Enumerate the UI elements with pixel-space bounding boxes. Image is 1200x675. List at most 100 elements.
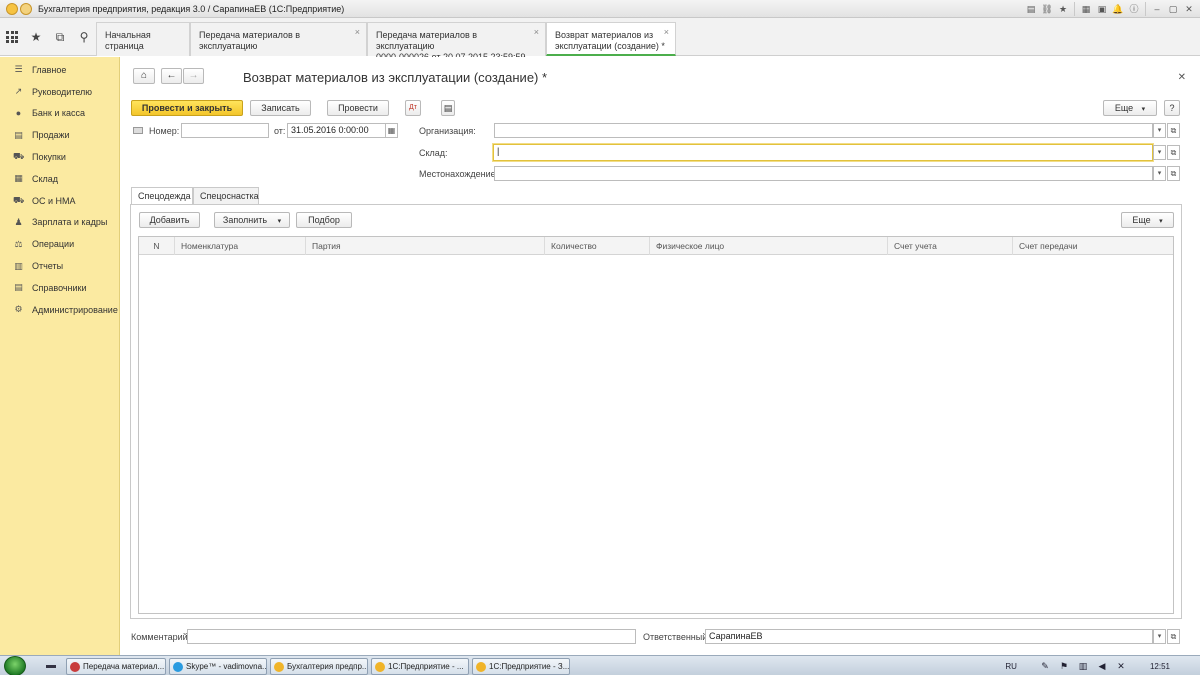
organization-input[interactable] <box>494 123 1153 138</box>
warehouse-dropdown-icon[interactable]: ▾ <box>1153 145 1166 160</box>
sidebar-item-admin[interactable]: ⚙ Администрирование <box>0 299 119 321</box>
minimize-button[interactable]: – <box>1150 2 1164 16</box>
pick-items-button[interactable]: Подбор <box>296 212 352 228</box>
items-table[interactable]: N Номенклатура Партия Количество Физичес… <box>138 236 1174 614</box>
taskbar-item-transfer[interactable]: Передача материал... <box>66 658 166 675</box>
comment-label: Комментарий: <box>131 632 191 642</box>
post-and-close-button[interactable]: Провести и закрыть <box>131 100 243 116</box>
organization-open-icon[interactable]: ⧉ <box>1167 123 1180 138</box>
comment-input[interactable] <box>187 629 636 644</box>
tab-special-equipment[interactable]: Спецоснастка <box>193 187 259 204</box>
start-button[interactable] <box>4 656 26 675</box>
app-logo-icon[interactable] <box>6 3 18 15</box>
back-button[interactable]: ← <box>161 68 182 84</box>
column-individual[interactable]: Физическое лицо <box>650 237 888 255</box>
antivirus-icon[interactable]: ✕ <box>1115 660 1127 672</box>
calendar-icon[interactable]: ▣ <box>1095 2 1109 16</box>
tab-close-icon[interactable]: × <box>534 27 539 38</box>
system-tray: RU ✎ ⚑ ▥ ◀ ✕ 12:51 <box>1005 656 1200 675</box>
sidebar-item-reports[interactable]: ▥ Отчеты <box>0 255 119 277</box>
network-icon[interactable]: ▥ <box>1077 660 1089 672</box>
forward-button[interactable]: → <box>183 68 204 84</box>
sidebar-item-operations[interactable]: ⚖ Операции <box>0 233 119 255</box>
column-batch[interactable]: Партия <box>306 237 545 255</box>
organization-dropdown-icon[interactable]: ▾ <box>1153 123 1166 138</box>
help-button[interactable]: ? <box>1164 100 1180 116</box>
tab-transfer-document[interactable]: Передача материалов в эксплуатацию 0000-… <box>367 22 546 62</box>
history-icon[interactable]: ▤ <box>1024 2 1038 16</box>
location-input[interactable] <box>494 166 1153 181</box>
column-nomenclature[interactable]: Номенклатура <box>175 237 306 255</box>
column-quantity[interactable]: Количество <box>545 237 650 255</box>
warehouse-open-icon[interactable]: ⧉ <box>1167 145 1180 160</box>
save-button[interactable]: Записать <box>250 100 311 116</box>
tab-workwear[interactable]: Спецодежда <box>131 187 193 205</box>
sidebar-item-salary[interactable]: ♟ Зарплата и кадры <box>0 212 119 234</box>
search-icon[interactable]: ⚲ <box>72 18 96 56</box>
location-dropdown-icon[interactable]: ▾ <box>1153 166 1166 181</box>
app-menu-icon[interactable] <box>20 3 32 15</box>
favorites-icon[interactable]: ★ <box>1056 2 1070 16</box>
history-clock-icon[interactable]: ⧉ <box>48 18 72 56</box>
maximize-button[interactable]: ▢ <box>1166 2 1180 16</box>
language-indicator[interactable]: RU <box>1005 662 1017 671</box>
tab-close-icon[interactable]: × <box>355 27 360 38</box>
tab-bar: ★ ⧉ ⚲ Начальная страница Передача матери… <box>0 18 1200 62</box>
trend-icon: ↗ <box>14 86 23 97</box>
taskbar-item-label: 1С:Предприятие - З... <box>489 662 570 671</box>
taskbar-item-accounting[interactable]: Бухгалтерия предпр... <box>270 658 368 675</box>
sidebar-item-warehouse[interactable]: ▦ Склад <box>0 168 119 190</box>
add-row-button[interactable]: Добавить <box>139 212 200 228</box>
tab-close-icon[interactable]: × <box>664 27 669 38</box>
sidebar-item-catalogs[interactable]: ▤ Справочники <box>0 277 119 299</box>
taskbar-item-1c-2[interactable]: 1С:Предприятие - З... <box>472 658 570 675</box>
sidebar-item-main[interactable]: ☰ Главное <box>0 59 119 81</box>
post-button[interactable]: Провести <box>327 100 389 116</box>
explorer-icon[interactable]: ▬ <box>44 659 58 672</box>
table-more-button[interactable]: Еще ▾ <box>1121 212 1174 228</box>
chevron-down-icon: ▾ <box>277 218 282 225</box>
date-input[interactable]: 31.05.2016 0:00:00 <box>287 123 386 138</box>
more-actions-button[interactable]: Еще ▾ <box>1103 100 1157 116</box>
bell-icon[interactable]: 🔔 <box>1111 2 1125 16</box>
info-icon[interactable]: ⓘ <box>1127 2 1141 16</box>
pen-icon[interactable]: ✎ <box>1039 660 1051 672</box>
home-button[interactable]: ⌂ <box>133 68 155 84</box>
taskbar-item-skype[interactable]: Skype™ - vadimovna... <box>169 658 267 675</box>
taskbar-item-1c-1[interactable]: 1С:Предприятие - ... <box>371 658 469 675</box>
sidebar-item-bank[interactable]: ● Банк и касса <box>0 103 119 125</box>
number-label: Номер: <box>149 126 180 136</box>
responsible-dropdown-icon[interactable]: ▾ <box>1153 629 1166 644</box>
warehouse-input[interactable]: | <box>493 144 1153 161</box>
tab-home[interactable]: Начальная страница <box>96 22 190 56</box>
close-form-icon[interactable]: ✕ <box>1178 72 1186 83</box>
calculator-icon[interactable]: ▦ <box>1079 2 1093 16</box>
tab-transfer-list[interactable]: Передача материалов в эксплуатацию × <box>190 22 367 56</box>
close-window-button[interactable]: ✕ <box>1182 2 1196 16</box>
clock[interactable]: 12:51 <box>1150 662 1170 671</box>
accounting-entries-icon[interactable]: Дт <box>405 100 421 116</box>
sidebar-item-label: Продажи <box>32 130 70 141</box>
sidebar-item-fixed-assets[interactable]: ⛟ ОС и НМА <box>0 190 119 212</box>
volume-icon[interactable]: ◀ <box>1096 660 1108 672</box>
opera-icon <box>70 662 80 672</box>
flag-icon[interactable]: ⚑ <box>1058 660 1070 672</box>
tab-return-document[interactable]: Возврат материалов из эксплуатации (созд… <box>546 22 676 56</box>
column-transfer-account[interactable]: Счет передачи <box>1013 237 1173 255</box>
sidebar-item-sales[interactable]: ▤ Продажи <box>0 124 119 146</box>
responsible-input[interactable]: СарапинаЕВ <box>705 629 1153 644</box>
column-account[interactable]: Счет учета <box>888 237 1013 255</box>
apps-grid-icon[interactable] <box>0 18 24 56</box>
responsible-open-icon[interactable]: ⧉ <box>1167 629 1180 644</box>
sidebar-item-purchases[interactable]: ⛟ Покупки <box>0 146 119 168</box>
column-number[interactable]: N <box>139 237 175 255</box>
favorites-star-icon[interactable]: ★ <box>24 18 48 56</box>
fill-button[interactable]: Заполнить ▾ <box>214 212 290 228</box>
sidebar-item-manager[interactable]: ↗ Руководителю <box>0 81 119 103</box>
number-edit-icon[interactable] <box>133 127 143 134</box>
print-document-icon[interactable]: ▤ <box>441 100 455 116</box>
number-input[interactable] <box>181 123 269 138</box>
calendar-picker-icon[interactable]: ▦ <box>385 123 398 138</box>
location-open-icon[interactable]: ⧉ <box>1167 166 1180 181</box>
link-icon[interactable]: ⛓ <box>1040 2 1054 16</box>
